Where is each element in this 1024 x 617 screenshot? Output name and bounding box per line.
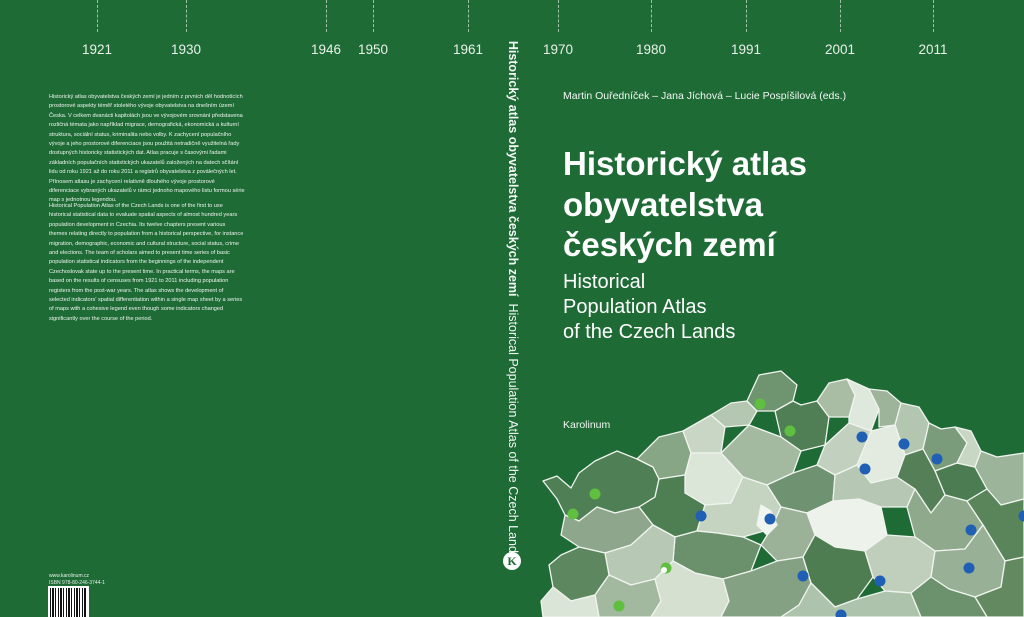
- book-cover: 1921 1930 1946 1950 1961 1970 1980 1991 …: [0, 0, 1024, 617]
- map-dot: [797, 570, 809, 582]
- czech-districts-map: [540, 370, 1024, 617]
- timeline-tick: [186, 0, 187, 32]
- map-dot: [613, 600, 625, 612]
- map-dot: [965, 524, 977, 536]
- map-dot: [856, 431, 868, 443]
- map-dot: [931, 453, 943, 465]
- title-czech-line: Historický atlas: [563, 145, 807, 182]
- timeline-year: 2011: [918, 42, 948, 57]
- title-czech-line: českých zemí: [563, 226, 776, 263]
- map-dot: [898, 438, 910, 450]
- timeline-year: 1921: [81, 42, 113, 57]
- timeline-year: 1950: [357, 42, 389, 57]
- timeline-tick: [746, 0, 747, 32]
- title-english-line: Historical: [563, 271, 646, 293]
- timeline-tick: [97, 0, 98, 32]
- barcode-lines: [50, 588, 87, 617]
- map-dot: [661, 567, 667, 573]
- timeline-tick: [468, 0, 469, 32]
- map-dot: [963, 562, 975, 574]
- spine-title: Historický atlas obyvatelstva českých ze…: [506, 41, 520, 559]
- title-english: Historical Population Atlas of the Czech…: [563, 270, 735, 345]
- map-dot: [567, 508, 579, 520]
- back-cover-text-english: Historical Population Atlas of the Czech…: [49, 203, 244, 322]
- timeline-tick: [326, 0, 327, 32]
- title-czech: Historický atlas obyvatelstva českých ze…: [563, 144, 807, 266]
- map-dot: [754, 398, 766, 410]
- timeline-year: 1970: [542, 42, 574, 57]
- timeline-tick: [651, 0, 652, 32]
- title-english-line: Population Atlas: [563, 296, 707, 318]
- timeline-tick: [840, 0, 841, 32]
- map-dot: [859, 463, 871, 475]
- map-region: [846, 378, 880, 432]
- karolinum-logo-icon: K: [503, 552, 521, 570]
- map-dot: [784, 425, 796, 437]
- map-dot: [874, 575, 886, 587]
- barcode: [48, 586, 89, 617]
- timeline-year: 1946: [310, 42, 342, 57]
- publisher-website: www.karolinum.cz: [49, 573, 90, 579]
- authors: Martin Ouředníček – Jana Jíchová – Lucie…: [563, 90, 847, 102]
- map-dot: [764, 513, 776, 525]
- timeline-year: 1930: [170, 42, 202, 57]
- spine-title-english: Historical Population Atlas of the Czech…: [506, 303, 520, 560]
- title-czech-line: obyvatelstva: [563, 185, 763, 223]
- timeline-year: 1961: [452, 42, 484, 57]
- title-english-line: of the Czech Lands: [563, 321, 736, 343]
- back-cover-text-czech: Historický atlas obyvatelstva českých ze…: [49, 94, 245, 204]
- map-dot: [589, 488, 601, 500]
- timeline-tick: [933, 0, 934, 32]
- timeline-tick: [373, 0, 374, 32]
- timeline-tick: [558, 0, 559, 32]
- timeline-year: 2001: [824, 42, 856, 57]
- map-dot: [695, 510, 707, 522]
- timeline-year: 1980: [635, 42, 667, 57]
- publisher-info: www.karolinum.cz ISBN 978-80-246-3744-1: [49, 573, 105, 587]
- timeline-year: 1991: [730, 42, 762, 57]
- spine-title-czech: Historický atlas obyvatelstva českých ze…: [506, 40, 520, 297]
